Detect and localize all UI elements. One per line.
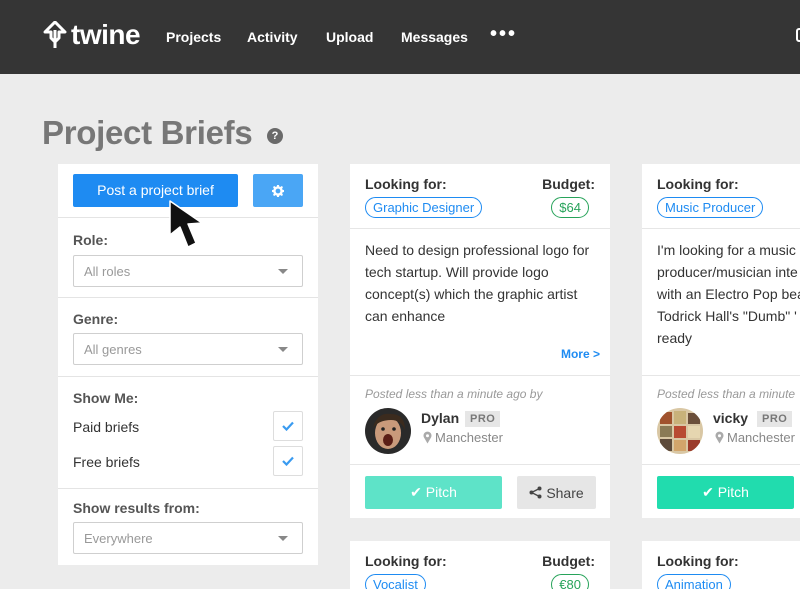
settings-button[interactable] bbox=[253, 174, 303, 207]
check-icon bbox=[282, 456, 294, 466]
pitch-label: Pitch bbox=[717, 484, 749, 500]
nav-projects[interactable]: Projects bbox=[166, 29, 221, 45]
free-briefs-label: Free briefs bbox=[73, 454, 140, 470]
genre-select-value: All genres bbox=[84, 342, 142, 357]
paid-briefs-label: Paid briefs bbox=[73, 419, 140, 435]
free-briefs-checkbox[interactable] bbox=[273, 446, 303, 476]
posted-meta: Posted less than a minute bbox=[657, 387, 796, 401]
location-pin-icon bbox=[423, 431, 432, 444]
share-label: Share bbox=[546, 484, 584, 501]
looking-for-label: Looking for: bbox=[657, 176, 739, 192]
user-name[interactable]: vicky bbox=[713, 410, 748, 426]
brief-description: I'm looking for a music producer/musicia… bbox=[657, 242, 800, 346]
more-menu-icon[interactable]: ••• bbox=[490, 23, 517, 46]
budget-tag: $64 bbox=[551, 197, 589, 218]
brief-card: Looking for: Animation bbox=[642, 541, 800, 589]
location-select-value: Everywhere bbox=[84, 531, 153, 546]
role-tag[interactable]: Animation bbox=[657, 574, 731, 589]
card-divider bbox=[350, 464, 610, 465]
sidebar-divider bbox=[58, 297, 318, 298]
pro-badge: PRO bbox=[465, 411, 501, 427]
user-location: Manchester bbox=[715, 430, 795, 445]
budget-label: Budget: bbox=[542, 176, 595, 192]
looking-for-label: Looking for: bbox=[365, 176, 447, 192]
card-divider bbox=[350, 375, 610, 376]
logo-text: twine bbox=[71, 19, 141, 50]
location-text: Manchester bbox=[727, 430, 795, 445]
location-select[interactable]: Everywhere bbox=[73, 522, 303, 554]
budget-label: Budget: bbox=[542, 553, 595, 569]
user-name[interactable]: Dylan bbox=[421, 410, 459, 426]
help-icon[interactable]: ? bbox=[267, 128, 283, 144]
nav-edge-icon[interactable] bbox=[796, 28, 800, 42]
pitch-label: Pitch bbox=[425, 484, 457, 500]
user-location: Manchester bbox=[423, 430, 503, 445]
brief-card: Looking for: Budget: Vocalist €80 bbox=[350, 541, 610, 589]
posted-meta: Posted less than a minute ago by bbox=[365, 387, 543, 401]
role-tag[interactable]: Graphic Designer bbox=[365, 197, 483, 218]
check-icon: ✔ bbox=[410, 484, 426, 500]
looking-for-label: Looking for: bbox=[657, 553, 739, 569]
user-photo bbox=[365, 408, 411, 454]
nav-messages[interactable]: Messages bbox=[401, 29, 468, 45]
check-icon bbox=[282, 421, 294, 431]
post-project-brief-button[interactable]: Post a project brief bbox=[73, 174, 238, 207]
twine-logo[interactable]: twine bbox=[43, 19, 141, 50]
page-title: Project Briefs bbox=[42, 114, 253, 151]
avatar[interactable] bbox=[365, 408, 411, 454]
pro-badge: PRO bbox=[757, 411, 793, 427]
twine-logo-icon bbox=[43, 21, 67, 48]
role-select-value: All roles bbox=[84, 264, 131, 279]
brief-card: Looking for: Budget: Graphic Designer $6… bbox=[350, 164, 610, 518]
top-nav-bar: twine Projects Activity Upload Messages … bbox=[0, 0, 800, 74]
user-photo bbox=[657, 408, 703, 454]
card-divider bbox=[642, 464, 800, 465]
show-results-label: Show results from: bbox=[73, 500, 200, 516]
mouse-cursor-icon bbox=[169, 200, 203, 248]
nav-upload[interactable]: Upload bbox=[326, 29, 373, 45]
location-text: Manchester bbox=[435, 430, 503, 445]
pitch-button[interactable]: ✔ Pitch bbox=[365, 476, 502, 509]
genre-label: Genre: bbox=[73, 311, 119, 327]
chevron-down-icon bbox=[278, 347, 288, 352]
genre-select[interactable]: All genres bbox=[73, 333, 303, 365]
paid-briefs-checkbox[interactable] bbox=[273, 411, 303, 441]
location-pin-icon bbox=[715, 431, 724, 444]
brief-card: Looking for: Music Producer I'm looking … bbox=[642, 164, 800, 518]
card-divider bbox=[350, 228, 610, 229]
nav-activity[interactable]: Activity bbox=[247, 29, 298, 45]
avatar[interactable] bbox=[657, 408, 703, 454]
more-link[interactable]: More > bbox=[561, 347, 600, 361]
check-icon: ✔ bbox=[702, 484, 718, 500]
brief-description: Need to design professional logo for tec… bbox=[365, 242, 590, 324]
role-select[interactable]: All roles bbox=[73, 255, 303, 287]
role-label: Role: bbox=[73, 232, 108, 248]
share-button[interactable]: Share bbox=[517, 476, 596, 509]
sidebar-divider bbox=[58, 376, 318, 377]
looking-for-label: Looking for: bbox=[365, 553, 447, 569]
card-divider bbox=[642, 375, 800, 376]
card-divider bbox=[642, 228, 800, 229]
budget-tag: €80 bbox=[551, 574, 589, 589]
share-icon bbox=[529, 486, 542, 499]
role-tag[interactable]: Vocalist bbox=[365, 574, 426, 589]
chevron-down-icon bbox=[278, 536, 288, 541]
role-tag[interactable]: Music Producer bbox=[657, 197, 764, 218]
show-me-label: Show Me: bbox=[73, 390, 139, 406]
gear-icon bbox=[272, 184, 284, 197]
pitch-button[interactable]: ✔ Pitch bbox=[657, 476, 794, 509]
chevron-down-icon bbox=[278, 269, 288, 274]
sidebar-divider bbox=[58, 488, 318, 489]
